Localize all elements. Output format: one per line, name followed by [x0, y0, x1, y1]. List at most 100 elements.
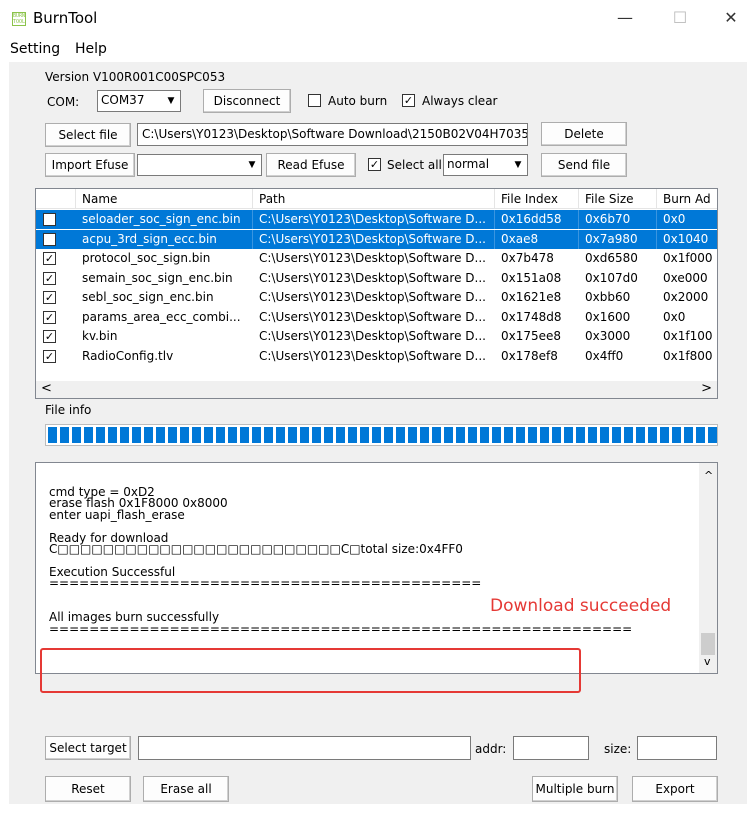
- version-label: Version V100R001C00SPC053: [45, 70, 226, 84]
- log-line: enter uapi_flash_erase: [49, 507, 185, 522]
- progress-segment: [192, 427, 201, 443]
- mode-select-value: normal: [447, 157, 490, 171]
- row-checkbox[interactable]: ✓: [43, 271, 56, 285]
- app-logo-icon: BURN TOOL: [12, 12, 26, 26]
- row-checkbox[interactable]: ✓: [43, 232, 56, 246]
- minimize-button[interactable]: —: [610, 6, 640, 30]
- cell-name: params_area_ecc_combi...: [82, 309, 241, 324]
- table-row[interactable]: ✓ params_area_ecc_combi... C:\Users\Y0123\…: [36, 308, 717, 327]
- select-target-button[interactable]: Select target: [45, 736, 131, 760]
- select-file-button[interactable]: Select file: [45, 123, 131, 147]
- scroll-right-icon[interactable]: >: [701, 381, 712, 396]
- multiple-burn-button[interactable]: Multiple burn: [532, 776, 618, 802]
- table-row[interactable]: ✓ acpu_3rd_sign_ecc.bin C:\Users\Y0123\Des…: [36, 229, 717, 249]
- progress-segment: [552, 427, 561, 443]
- maximize-button[interactable]: ☐: [665, 6, 695, 30]
- progress-segment: [60, 427, 69, 443]
- row-checkbox[interactable]: ✓: [43, 213, 56, 226]
- send-file-button[interactable]: Send file: [541, 153, 627, 177]
- disconnect-button[interactable]: Disconnect: [203, 89, 291, 113]
- progress-segment: [252, 427, 261, 443]
- erase-all-button[interactable]: Erase all: [143, 776, 229, 802]
- efuse-select[interactable]: ▼: [137, 154, 262, 176]
- read-efuse-button[interactable]: Read Efuse: [266, 153, 356, 177]
- progress-segment: [396, 427, 405, 443]
- file-path-input[interactable]: C:\Users\Y0123\Desktop\Software Download…: [137, 123, 528, 146]
- target-input[interactable]: [138, 736, 471, 760]
- progress-segment: [240, 427, 249, 443]
- com-select[interactable]: COM37 ▼: [97, 90, 181, 112]
- table-row[interactable]: ✓ seloader_soc_sign_enc.bin C:\Users\Y0123…: [36, 210, 717, 229]
- close-button[interactable]: ✕: [716, 6, 746, 30]
- progress-segment: [408, 427, 417, 443]
- delete-button[interactable]: Delete: [541, 122, 627, 146]
- cell-name: semain_soc_sign_enc.bin: [82, 270, 233, 285]
- table-row[interactable]: ✓ sebl_soc_sign_enc.bin C:\Users\Y0123\Des…: [36, 288, 717, 307]
- column-header-file-index[interactable]: File Index: [495, 189, 579, 209]
- cell-file-size: 0x1600: [585, 309, 631, 324]
- menu-setting[interactable]: Setting: [10, 41, 60, 57]
- vertical-scrollbar[interactable]: ^ v: [699, 463, 717, 673]
- highlight-box: [40, 648, 581, 693]
- progress-segment: [456, 427, 465, 443]
- progress-segment: [312, 427, 321, 443]
- progress-segment: [648, 427, 657, 443]
- row-checkbox[interactable]: ✓: [43, 291, 56, 304]
- progress-segment: [264, 427, 273, 443]
- select-all-checkbox[interactable]: ✓: [368, 158, 381, 171]
- progress-segment: [600, 427, 609, 443]
- column-header-file-size[interactable]: File Size: [579, 189, 657, 209]
- reset-button[interactable]: Reset: [45, 776, 131, 802]
- progress-segment: [216, 427, 225, 443]
- cell-path: C:\Users\Y0123\Desktop\Software D...: [253, 210, 495, 229]
- cell-path: C:\Users\Y0123\Desktop\Software D...: [259, 251, 486, 265]
- scroll-up-icon[interactable]: ^: [704, 469, 713, 482]
- cell-burn-addr: 0x2000: [663, 290, 709, 304]
- progress-segment: [324, 427, 333, 443]
- size-label: size:: [604, 742, 632, 756]
- table-row[interactable]: ✓ protocol_soc_sign.bin C:\Users\Y0123\Des…: [36, 249, 717, 268]
- scroll-left-icon[interactable]: <: [41, 381, 52, 396]
- com-label: COM:: [47, 95, 80, 109]
- cell-burn-addr: 0x1f100: [663, 329, 713, 343]
- table-row[interactable]: ✓ RadioConfig.tlv C:\Users\Y0123\Desktop\S…: [36, 347, 717, 366]
- cell-name: RadioConfig.tlv: [82, 348, 174, 363]
- progress-segment: [120, 427, 129, 443]
- row-checkbox[interactable]: ✓: [43, 330, 56, 343]
- progress-segment: [48, 427, 57, 443]
- chevron-down-icon: ▼: [248, 160, 256, 170]
- table-row[interactable]: ✓ kv.bin C:\Users\Y0123\Desktop\Software D…: [36, 327, 717, 346]
- addr-label: addr:: [475, 742, 507, 756]
- mode-select[interactable]: normal ▼: [443, 154, 528, 176]
- addr-input[interactable]: [513, 736, 589, 760]
- cell-burn-addr: 0x1f800: [663, 348, 713, 363]
- always-clear-checkbox[interactable]: ✓: [402, 94, 415, 107]
- progress-segment: [444, 427, 453, 443]
- log-output[interactable]: cmd type = 0xD2 erase flash 0x1F8000 0x80…: [35, 462, 718, 674]
- log-line: ========================================…: [49, 576, 482, 591]
- progress-segment: [144, 427, 153, 443]
- row-checkbox[interactable]: ✓: [43, 310, 56, 324]
- column-header-name[interactable]: Name: [76, 189, 253, 209]
- scroll-thumb[interactable]: [701, 633, 715, 655]
- progress-segment: [276, 427, 285, 443]
- auto-burn-checkbox[interactable]: [308, 94, 321, 107]
- cell-path: C:\Users\Y0123\Desktop\Software D...: [259, 270, 486, 285]
- column-header-check: [36, 189, 76, 209]
- row-checkbox[interactable]: ✓: [43, 252, 56, 265]
- export-button[interactable]: Export: [632, 776, 718, 802]
- column-header-path[interactable]: Path: [253, 189, 495, 209]
- progress-segment: [492, 427, 501, 443]
- size-input[interactable]: [637, 736, 717, 760]
- cell-file-size: 0x6b70: [579, 210, 657, 229]
- cell-burn-addr: 0x0: [657, 210, 717, 229]
- column-header-burn-addr[interactable]: Burn Ad: [657, 189, 717, 209]
- progress-segment: [624, 427, 633, 443]
- cell-name: seloader_soc_sign_enc.bin: [76, 210, 253, 229]
- table-row[interactable]: ✓ semain_soc_sign_enc.bin C:\Users\Y0123\D…: [36, 269, 717, 288]
- menu-help[interactable]: Help: [75, 41, 107, 57]
- row-checkbox[interactable]: ✓: [43, 349, 56, 363]
- horizontal-scrollbar[interactable]: < >: [36, 381, 717, 398]
- scroll-down-icon[interactable]: v: [704, 655, 711, 668]
- import-efuse-button[interactable]: Import Efuse: [45, 153, 135, 177]
